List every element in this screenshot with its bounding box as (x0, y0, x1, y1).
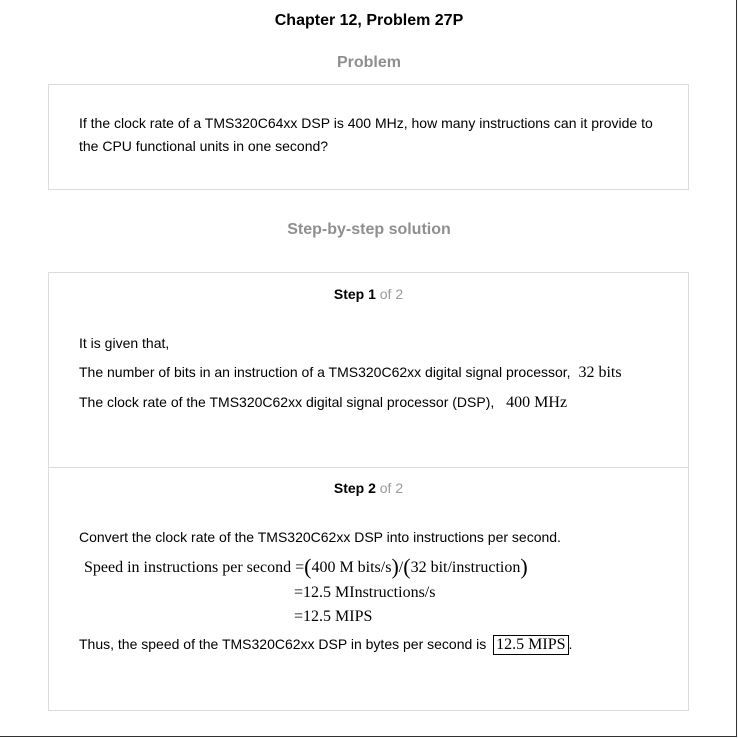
equation-line-3: =12.5 MIPS (294, 608, 373, 625)
equation-term-1: 400 M bits/s (311, 559, 392, 576)
step-2-intro: Convert the clock rate of the TMS320C62x… (79, 529, 561, 545)
step-1-line-1: The number of bits in an instruction of … (79, 361, 622, 384)
step-2-label: Step 2 (333, 480, 376, 496)
conclusion-text: Thus, the speed of the TMS320C62xx DSP i… (79, 636, 487, 652)
problem-box: If the clock rate of a TMS320C64xx DSP i… (48, 84, 689, 190)
equation-line-1: Speed in instructions per second = (400 M… (84, 554, 528, 580)
conclusion-end: . (568, 636, 573, 652)
step-1-line-1-value: 32 bits (578, 364, 622, 381)
step-1-line-2-value: 400 MHz (506, 394, 568, 411)
equation-term-2: 32 bit/instruction (410, 559, 521, 576)
paren-close-2: ) (520, 554, 528, 579)
equals-sign: = (291, 559, 305, 576)
paren-open-2: ( (403, 554, 411, 579)
step-1-header: Step 1 of 2 (49, 286, 688, 302)
chapter-title: Chapter 12, Problem 27P (274, 12, 464, 29)
problem-heading: Problem (336, 54, 401, 71)
step-1-given: It is given that, (79, 335, 170, 351)
step-1-line-1-text: The number of bits in an instruction of … (79, 364, 571, 380)
solution-box: Step 1 of 2 It is given that, The number… (48, 272, 689, 711)
equation-lhs: Speed in instructions per second (84, 559, 292, 576)
step-1-line-2-text: The clock rate of the TMS320C62xx digita… (79, 394, 495, 410)
step-1-of: of 2 (379, 286, 404, 302)
step-2-conclusion: Thus, the speed of the TMS320C62xx DSP i… (79, 633, 572, 656)
problem-text: If the clock rate of a TMS320C64xx DSP i… (79, 115, 653, 154)
answer-box: 12.5 MIPS (493, 635, 569, 655)
step-divider (49, 467, 688, 468)
step-2-header: Step 2 of 2 (49, 480, 688, 496)
solution-heading: Step-by-step solution (287, 221, 451, 238)
step-1-line-2: The clock rate of the TMS320C62xx digita… (79, 391, 567, 414)
step-1-label: Step 1 (333, 286, 376, 302)
paren-close: ) (391, 554, 399, 579)
step-2-of: of 2 (379, 480, 404, 496)
equation-line-2: =12.5 MInstructions/s (294, 584, 436, 601)
